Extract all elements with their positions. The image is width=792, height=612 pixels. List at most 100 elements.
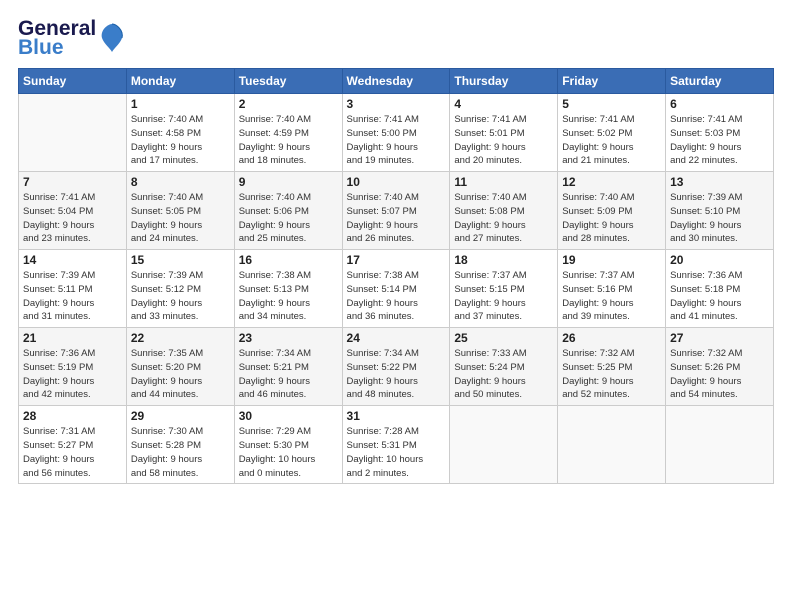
calendar-cell: 8 Sunrise: 7:40 AM Sunset: 5:05 PM Daylig… — [126, 172, 234, 250]
calendar-cell: 5 Sunrise: 7:41 AM Sunset: 5:02 PM Daylig… — [558, 94, 666, 172]
calendar-cell: 23Sunrise: 7:34 AM Sunset: 5:21 PM Dayli… — [234, 328, 342, 406]
page-header: General Blue — [18, 18, 774, 58]
week-row-4: 28 Sunrise: 7:31 AM Sunset: 5:27 PM Dayli… — [19, 406, 774, 484]
day-number: 16 — [239, 253, 338, 267]
day-info: Sunrise: 7:40 AM Sunset: 5:05 PM Dayligh… — [131, 191, 230, 246]
logo-blue: Blue — [18, 37, 96, 58]
calendar-cell: 12 Sunrise: 7:40 AM Sunset: 5:09 PM Dayli… — [558, 172, 666, 250]
calendar-cell: 15Sunrise: 7:39 AM Sunset: 5:12 PM Dayli… — [126, 250, 234, 328]
header-sunday: Sunday — [19, 69, 127, 94]
calendar-cell: 27Sunrise: 7:32 AM Sunset: 5:26 PM Dayli… — [666, 328, 774, 406]
day-info: Sunrise: 7:40 AM Sunset: 4:58 PM Dayligh… — [131, 113, 230, 168]
calendar-cell: 9 Sunrise: 7:40 AM Sunset: 5:06 PM Daylig… — [234, 172, 342, 250]
day-info: Sunrise: 7:36 AM Sunset: 5:19 PM Dayligh… — [23, 347, 122, 402]
header-wednesday: Wednesday — [342, 69, 450, 94]
day-number: 26 — [562, 331, 661, 345]
day-info: Sunrise: 7:40 AM Sunset: 5:09 PM Dayligh… — [562, 191, 661, 246]
day-number: 5 — [562, 97, 661, 111]
day-info: Sunrise: 7:40 AM Sunset: 5:08 PM Dayligh… — [454, 191, 553, 246]
calendar-cell: 2Sunrise: 7:40 AM Sunset: 4:59 PM Daylig… — [234, 94, 342, 172]
header-friday: Friday — [558, 69, 666, 94]
day-number: 29 — [131, 409, 230, 423]
day-number: 18 — [454, 253, 553, 267]
calendar-cell: 13 Sunrise: 7:39 AM Sunset: 5:10 PM Dayli… — [666, 172, 774, 250]
day-number: 31 — [347, 409, 446, 423]
calendar-cell — [19, 94, 127, 172]
day-info: Sunrise: 7:38 AM Sunset: 5:13 PM Dayligh… — [239, 269, 338, 324]
day-number: 10 — [347, 175, 446, 189]
day-info: Sunrise: 7:38 AM Sunset: 5:14 PM Dayligh… — [347, 269, 446, 324]
day-number: 17 — [347, 253, 446, 267]
calendar-cell — [558, 406, 666, 484]
calendar-cell: 17 Sunrise: 7:38 AM Sunset: 5:14 PM Dayli… — [342, 250, 450, 328]
calendar-cell: 7 Sunrise: 7:41 AM Sunset: 5:04 PM Daylig… — [19, 172, 127, 250]
calendar-cell: 14Sunrise: 7:39 AM Sunset: 5:11 PM Dayli… — [19, 250, 127, 328]
calendar-cell: 21 Sunrise: 7:36 AM Sunset: 5:19 PM Dayli… — [19, 328, 127, 406]
day-number: 24 — [347, 331, 446, 345]
calendar-cell: 10 Sunrise: 7:40 AM Sunset: 5:07 PM Dayli… — [342, 172, 450, 250]
day-number: 4 — [454, 97, 553, 111]
week-row-3: 21 Sunrise: 7:36 AM Sunset: 5:19 PM Dayli… — [19, 328, 774, 406]
day-number: 19 — [562, 253, 661, 267]
day-info: Sunrise: 7:37 AM Sunset: 5:16 PM Dayligh… — [562, 269, 661, 324]
day-info: Sunrise: 7:34 AM Sunset: 5:22 PM Dayligh… — [347, 347, 446, 402]
day-info: Sunrise: 7:40 AM Sunset: 5:06 PM Dayligh… — [239, 191, 338, 246]
day-info: Sunrise: 7:40 AM Sunset: 4:59 PM Dayligh… — [239, 113, 338, 168]
calendar-cell: 22 Sunrise: 7:35 AM Sunset: 5:20 PM Dayli… — [126, 328, 234, 406]
calendar-cell: 1 Sunrise: 7:40 AM Sunset: 4:58 PM Daylig… — [126, 94, 234, 172]
day-number: 13 — [670, 175, 769, 189]
day-info: Sunrise: 7:41 AM Sunset: 5:02 PM Dayligh… — [562, 113, 661, 168]
day-info: Sunrise: 7:41 AM Sunset: 5:01 PM Dayligh… — [454, 113, 553, 168]
calendar-cell: 6Sunrise: 7:41 AM Sunset: 5:03 PM Daylig… — [666, 94, 774, 172]
day-info: Sunrise: 7:37 AM Sunset: 5:15 PM Dayligh… — [454, 269, 553, 324]
week-row-0: 1 Sunrise: 7:40 AM Sunset: 4:58 PM Daylig… — [19, 94, 774, 172]
week-row-2: 14Sunrise: 7:39 AM Sunset: 5:11 PM Dayli… — [19, 250, 774, 328]
day-info: Sunrise: 7:41 AM Sunset: 5:04 PM Dayligh… — [23, 191, 122, 246]
day-number: 30 — [239, 409, 338, 423]
calendar-cell: 16 Sunrise: 7:38 AM Sunset: 5:13 PM Dayli… — [234, 250, 342, 328]
day-number: 9 — [239, 175, 338, 189]
header-saturday: Saturday — [666, 69, 774, 94]
calendar-cell: 31 Sunrise: 7:28 AM Sunset: 5:31 PM Dayli… — [342, 406, 450, 484]
day-number: 15 — [131, 253, 230, 267]
header-tuesday: Tuesday — [234, 69, 342, 94]
day-info: Sunrise: 7:32 AM Sunset: 5:26 PM Dayligh… — [670, 347, 769, 402]
day-info: Sunrise: 7:30 AM Sunset: 5:28 PM Dayligh… — [131, 425, 230, 480]
calendar-cell: 30 Sunrise: 7:29 AM Sunset: 5:30 PM Dayli… — [234, 406, 342, 484]
day-info: Sunrise: 7:29 AM Sunset: 5:30 PM Dayligh… — [239, 425, 338, 480]
calendar-cell — [450, 406, 558, 484]
day-info: Sunrise: 7:28 AM Sunset: 5:31 PM Dayligh… — [347, 425, 446, 480]
calendar-cell: 18 Sunrise: 7:37 AM Sunset: 5:15 PM Dayli… — [450, 250, 558, 328]
day-number: 8 — [131, 175, 230, 189]
calendar-cell: 25Sunrise: 7:33 AM Sunset: 5:24 PM Dayli… — [450, 328, 558, 406]
day-info: Sunrise: 7:40 AM Sunset: 5:07 PM Dayligh… — [347, 191, 446, 246]
calendar-cell: 29 Sunrise: 7:30 AM Sunset: 5:28 PM Dayli… — [126, 406, 234, 484]
day-number: 1 — [131, 97, 230, 111]
day-number: 25 — [454, 331, 553, 345]
day-number: 3 — [347, 97, 446, 111]
header-monday: Monday — [126, 69, 234, 94]
calendar-cell: 19 Sunrise: 7:37 AM Sunset: 5:16 PM Dayli… — [558, 250, 666, 328]
day-number: 6 — [670, 97, 769, 111]
day-info: Sunrise: 7:41 AM Sunset: 5:00 PM Dayligh… — [347, 113, 446, 168]
day-number: 28 — [23, 409, 122, 423]
calendar-cell: 4 Sunrise: 7:41 AM Sunset: 5:01 PM Daylig… — [450, 94, 558, 172]
day-info: Sunrise: 7:39 AM Sunset: 5:10 PM Dayligh… — [670, 191, 769, 246]
day-info: Sunrise: 7:32 AM Sunset: 5:25 PM Dayligh… — [562, 347, 661, 402]
calendar-cell: 20Sunrise: 7:36 AM Sunset: 5:18 PM Dayli… — [666, 250, 774, 328]
day-number: 21 — [23, 331, 122, 345]
week-row-1: 7 Sunrise: 7:41 AM Sunset: 5:04 PM Daylig… — [19, 172, 774, 250]
calendar-header-row: SundayMondayTuesdayWednesdayThursdayFrid… — [19, 69, 774, 94]
day-info: Sunrise: 7:31 AM Sunset: 5:27 PM Dayligh… — [23, 425, 122, 480]
calendar-cell — [666, 406, 774, 484]
header-thursday: Thursday — [450, 69, 558, 94]
calendar-cell: 26 Sunrise: 7:32 AM Sunset: 5:25 PM Dayli… — [558, 328, 666, 406]
logo: General Blue — [18, 18, 126, 58]
calendar-cell: 3 Sunrise: 7:41 AM Sunset: 5:00 PM Daylig… — [342, 94, 450, 172]
calendar-cell: 24 Sunrise: 7:34 AM Sunset: 5:22 PM Dayli… — [342, 328, 450, 406]
day-number: 7 — [23, 175, 122, 189]
day-number: 12 — [562, 175, 661, 189]
day-info: Sunrise: 7:35 AM Sunset: 5:20 PM Dayligh… — [131, 347, 230, 402]
day-number: 23 — [239, 331, 338, 345]
day-number: 22 — [131, 331, 230, 345]
